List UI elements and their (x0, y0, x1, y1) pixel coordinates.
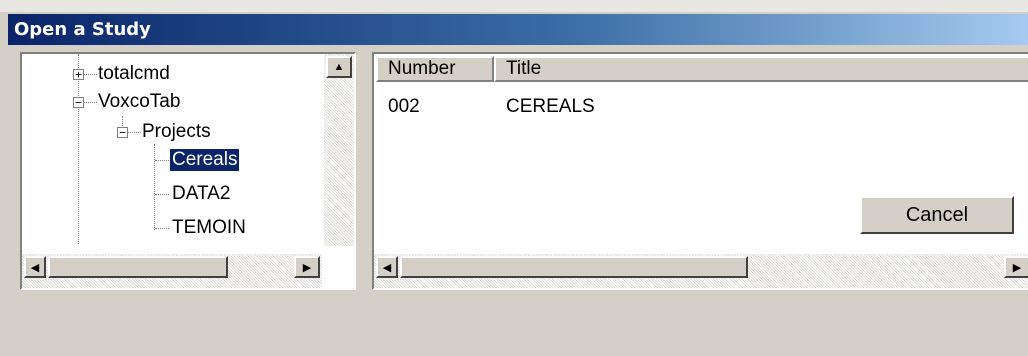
window-top-edge (0, 0, 1028, 12)
tree-item-temoin[interactable]: TEMOIN (172, 217, 246, 239)
scroll-left-icon[interactable]: ◀ (376, 256, 398, 278)
tree-item-totalcmd[interactable]: totalcmd (98, 63, 170, 85)
window-title: Open a Study (14, 19, 151, 40)
folder-tree[interactable]: + totalcmd − VoxcoTab − Projects Cereals… (20, 52, 356, 290)
cancel-button[interactable]: Cancel (860, 196, 1014, 234)
tree-item-cereals[interactable]: Cereals (170, 149, 240, 171)
collapse-icon[interactable]: − (117, 127, 128, 138)
tree-guide-line (155, 194, 169, 195)
collapse-icon[interactable]: − (73, 97, 84, 108)
tree-vertical-scrollbar[interactable] (324, 54, 354, 246)
tree-guide-line (155, 228, 169, 229)
open-study-dialog: Open a Study + totalcmd − VoxcoTab − Pro… (0, 0, 1028, 356)
tree-guide-line (78, 54, 79, 244)
tree-item-projects[interactable]: Projects (142, 121, 211, 143)
row-title[interactable]: CEREALS (506, 96, 595, 118)
scroll-left-icon[interactable]: ◀ (24, 256, 46, 278)
study-list[interactable]: Number Title 002 CEREALS ◀ ▶ (372, 52, 1028, 290)
expand-icon[interactable]: + (73, 69, 84, 80)
tree-guide-line (154, 144, 155, 230)
tree-item-voxcotab[interactable]: VoxcoTab (98, 91, 180, 113)
tree-scroll-thumb[interactable] (48, 256, 228, 278)
tree-item-data2[interactable]: DATA2 (172, 183, 230, 205)
tree-guide-line (155, 160, 169, 161)
title-bar[interactable]: Open a Study (8, 14, 1028, 45)
scroll-up-icon[interactable]: ▲ (326, 56, 352, 78)
scroll-right-icon[interactable]: ▶ (1004, 256, 1028, 278)
column-header-number[interactable]: Number (376, 56, 494, 82)
column-header-title[interactable]: Title (494, 56, 1028, 82)
scroll-right-icon[interactable]: ▶ (294, 256, 320, 278)
list-scroll-thumb[interactable] (400, 256, 748, 278)
row-number[interactable]: 002 (388, 96, 420, 118)
